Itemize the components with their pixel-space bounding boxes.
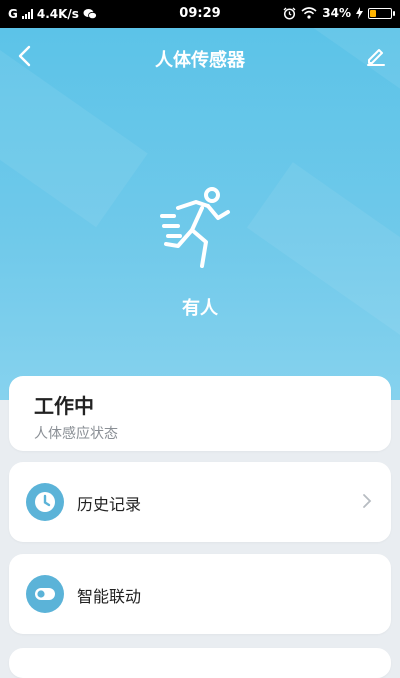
working-status: 工作中	[34, 394, 94, 418]
clock-icon	[35, 492, 55, 512]
smart-linkage-label: 智能联动	[77, 587, 142, 606]
charging-icon	[356, 7, 363, 19]
toggle-icon	[35, 588, 55, 600]
next-card	[9, 648, 391, 678]
wifi-icon	[301, 7, 317, 19]
battery-icon	[368, 7, 395, 19]
background-shape	[246, 162, 400, 354]
edit-pencil-icon[interactable]	[364, 44, 388, 68]
running-person-icon	[160, 187, 230, 268]
chevron-right-icon	[363, 494, 372, 508]
history-label: 历史记录	[77, 495, 142, 514]
battery-fill	[370, 9, 377, 17]
presence-state: 有人	[182, 298, 218, 319]
clock-icon-badge	[26, 483, 64, 521]
toggle-icon-badge	[26, 575, 64, 613]
alarm-icon	[283, 7, 296, 20]
status-bar: G 4.4K/s 09:29 34%	[0, 0, 400, 28]
status-description: 人体感应状态	[34, 426, 118, 442]
device-hero: 人体传感器 有人	[0, 28, 400, 400]
status-card: 工作中 人体感应状态	[9, 376, 391, 451]
history-row[interactable]: 历史记录	[9, 462, 391, 542]
battery-percent: 34%	[322, 6, 351, 20]
nav-bar: 人体传感器	[0, 28, 400, 86]
smart-linkage-row[interactable]: 智能联动	[9, 554, 391, 634]
status-right: 34%	[283, 6, 395, 20]
page-title: 人体传感器	[155, 50, 245, 71]
